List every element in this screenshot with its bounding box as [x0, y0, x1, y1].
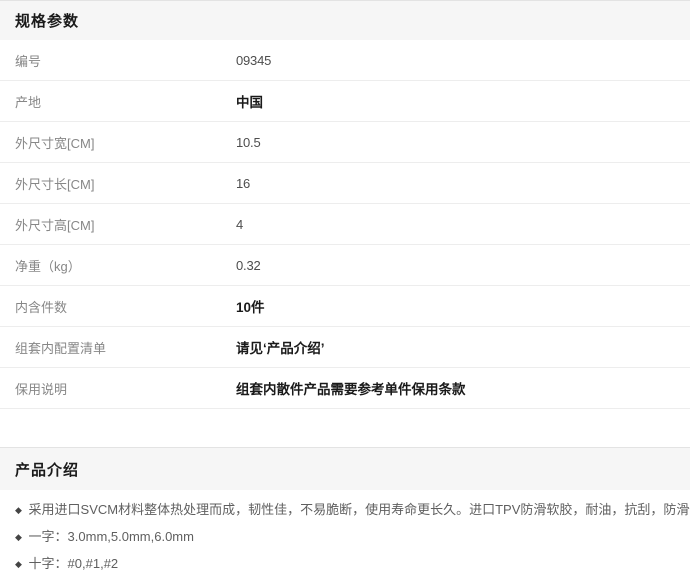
spec-value: 09345 [236, 53, 271, 68]
spec-section-title: 规格参数 [15, 10, 79, 31]
spec-value: 中国 [236, 91, 263, 111]
spec-label: 编号 [15, 51, 236, 70]
spec-value: 组套内散件产品需要参考单件保用条款 [236, 378, 466, 398]
spec-label: 外尺寸宽[CM] [15, 133, 236, 152]
product-detail-page: 规格参数 编号 09345 产地 中国 外尺寸宽[CM] 10.5 外尺寸长[C… [0, 0, 690, 573]
spec-label: 净重（kg） [15, 256, 236, 275]
intro-body: ◆ 采用进口SVCM材料整体热处理而成，韧性佳，不易脆断，使用寿命更长久。进口T… [0, 490, 690, 573]
spec-value: 10.5 [236, 135, 261, 150]
spec-row-origin: 产地 中国 [0, 81, 690, 122]
diamond-bullet-icon: ◆ [15, 529, 22, 546]
spec-value: 16 [236, 176, 250, 191]
spec-label: 外尺寸高[CM] [15, 215, 236, 234]
spec-label: 保用说明 [15, 379, 236, 398]
spec-row-code: 编号 09345 [0, 40, 690, 81]
diamond-bullet-icon: ◆ [15, 502, 22, 519]
intro-bullet-text: 十字：#0,#1,#2 [29, 556, 119, 571]
intro-section: 产品介绍 ◆ 采用进口SVCM材料整体热处理而成，韧性佳，不易脆断，使用寿命更长… [0, 447, 690, 573]
spec-value: 请见‘产品介绍’ [236, 337, 325, 357]
intro-bullet: ◆ 一字：3.0mm,5.0mm,6.0mm [15, 528, 675, 546]
spec-row-weight: 净重（kg） 0.32 [0, 245, 690, 286]
intro-section-title: 产品介绍 [15, 459, 79, 480]
intro-bullet-text: 采用进口SVCM材料整体热处理而成，韧性佳，不易脆断，使用寿命更长久。进口TPV… [29, 502, 690, 517]
spec-row-length: 外尺寸长[CM] 16 [0, 163, 690, 204]
spec-row-piece-count: 内含件数 10件 [0, 286, 690, 327]
spec-section-header: 规格参数 [0, 0, 690, 40]
spec-label: 内含件数 [15, 297, 236, 316]
diamond-bullet-icon: ◆ [15, 556, 22, 573]
intro-bullet-text: 一字：3.0mm,5.0mm,6.0mm [29, 529, 194, 544]
intro-bullet: ◆ 采用进口SVCM材料整体热处理而成，韧性佳，不易脆断，使用寿命更长久。进口T… [15, 501, 675, 519]
spec-label: 产地 [15, 92, 236, 111]
spec-row-width: 外尺寸宽[CM] 10.5 [0, 122, 690, 163]
section-gap [0, 409, 690, 447]
spec-row-set-list: 组套内配置清单 请见‘产品介绍’ [0, 327, 690, 368]
spec-label: 组套内配置清单 [15, 338, 236, 357]
spec-value: 10件 [236, 296, 265, 316]
spec-row-warranty: 保用说明 组套内散件产品需要参考单件保用条款 [0, 368, 690, 409]
spec-value: 0.32 [236, 258, 261, 273]
spec-label: 外尺寸长[CM] [15, 174, 236, 193]
spec-row-height: 外尺寸高[CM] 4 [0, 204, 690, 245]
intro-bullet: ◆ 十字：#0,#1,#2 [15, 555, 675, 573]
spec-table: 编号 09345 产地 中国 外尺寸宽[CM] 10.5 外尺寸长[CM] 16… [0, 40, 690, 409]
spec-value: 4 [236, 217, 243, 232]
intro-section-header: 产品介绍 [0, 447, 690, 490]
spec-section: 规格参数 编号 09345 产地 中国 外尺寸宽[CM] 10.5 外尺寸长[C… [0, 0, 690, 409]
